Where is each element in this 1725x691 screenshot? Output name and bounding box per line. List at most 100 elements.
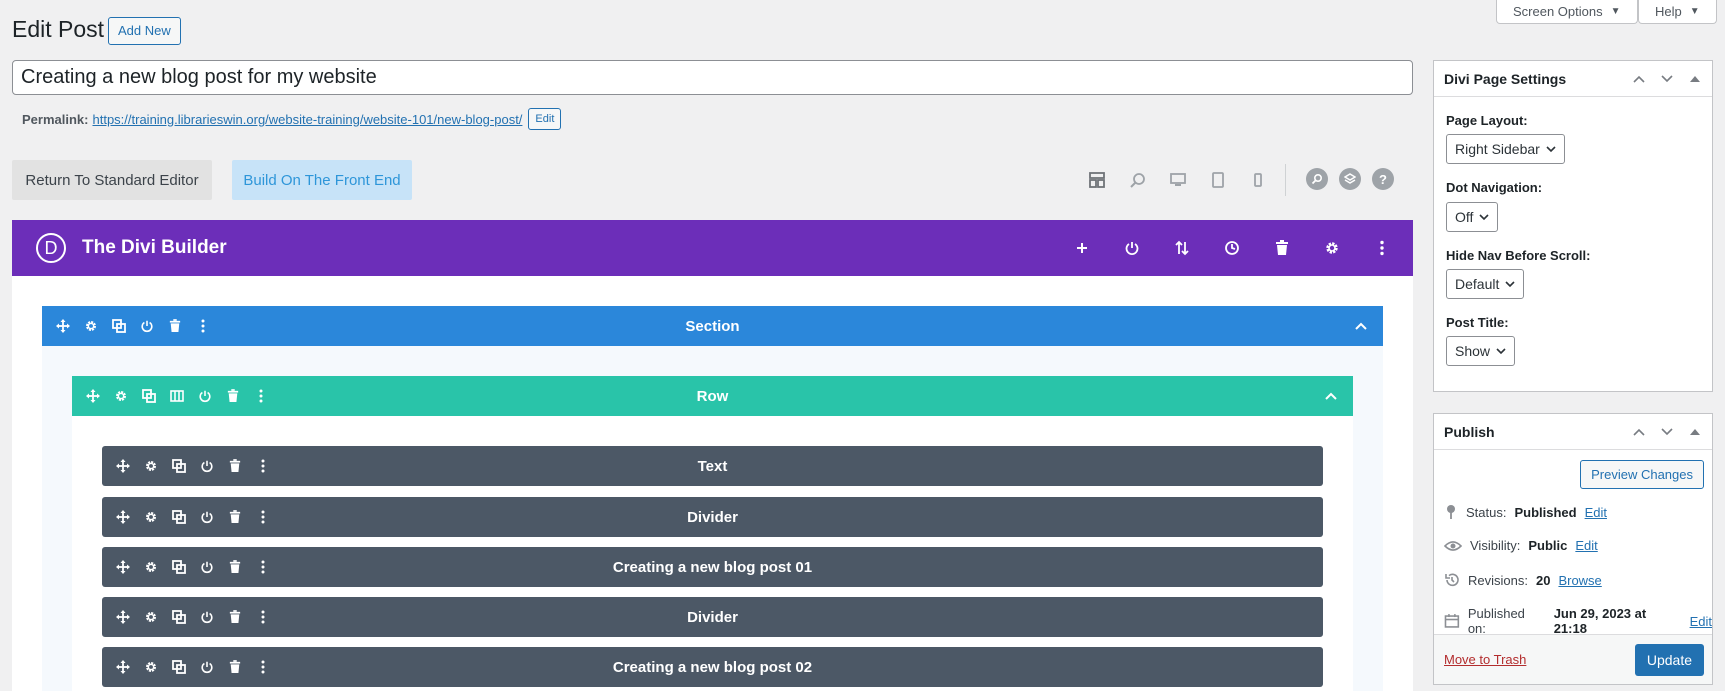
return-standard-editor-button[interactable]: Return To Standard Editor [12,160,212,200]
more-icon[interactable] [252,455,274,477]
layers-icon[interactable] [1339,168,1361,190]
module-bar[interactable]: Text [102,446,1323,486]
more-icon[interactable] [1371,237,1393,259]
module-tools [112,647,274,687]
row-tools [82,376,272,416]
tablet-icon[interactable] [1206,168,1230,192]
desktop-icon[interactable] [1166,168,1190,192]
hide-nav-select[interactable]: Default [1446,269,1525,299]
published-on-edit-link[interactable]: Edit [1690,614,1712,629]
gear-icon[interactable] [140,606,162,628]
power-icon[interactable] [196,556,218,578]
trash-icon[interactable] [164,315,186,337]
power-icon[interactable] [194,385,216,407]
move-icon[interactable] [112,606,134,628]
power-icon[interactable] [196,455,218,477]
gear-icon[interactable] [140,656,162,678]
help-icon[interactable]: ? [1372,168,1394,190]
power-icon[interactable] [136,315,158,337]
duplicate-icon[interactable] [108,315,130,337]
move-icon[interactable] [82,385,104,407]
status-edit-link[interactable]: Edit [1585,505,1607,520]
move-up-icon[interactable] [1628,422,1650,442]
trash-icon[interactable] [224,506,246,528]
help-tab[interactable]: Help ▼ [1638,0,1717,24]
build-front-end-button[interactable]: Build On The Front End [232,160,412,200]
history-icon[interactable] [1221,237,1243,259]
columns-icon[interactable] [166,385,188,407]
duplicate-icon[interactable] [138,385,160,407]
gear-icon[interactable] [140,455,162,477]
plus-icon[interactable] [1071,237,1093,259]
power-icon[interactable] [196,606,218,628]
section-bar[interactable]: Section [42,306,1383,346]
move-icon[interactable] [112,506,134,528]
caret-down-icon: ▼ [1689,5,1700,17]
module-bar[interactable]: Creating a new blog post 02 [102,647,1323,687]
power-icon[interactable] [196,506,218,528]
screen-options-tab[interactable]: Screen Options ▼ [1496,0,1638,24]
module-bar[interactable]: Creating a new blog post 01 [102,547,1323,587]
move-icon[interactable] [52,315,74,337]
move-icon[interactable] [112,455,134,477]
trash-icon[interactable] [224,556,246,578]
revisions-browse-link[interactable]: Browse [1558,573,1601,588]
permalink-link[interactable]: https://training.librarieswin.org/websit… [92,112,522,127]
zoom-icon[interactable] [1126,168,1150,192]
update-button[interactable]: Update [1634,644,1704,676]
move-down-icon[interactable] [1656,422,1678,442]
gear-icon[interactable] [140,556,162,578]
chevron-up-icon[interactable] [1321,386,1341,406]
dot-navigation-select[interactable]: Off [1446,202,1499,232]
post-title-input[interactable]: Creating a new blog post for my website [12,60,1413,95]
visibility-edit-link[interactable]: Edit [1575,538,1597,553]
preview-changes-button[interactable]: Preview Changes [1580,460,1704,489]
more-icon[interactable] [192,315,214,337]
move-icon[interactable] [112,656,134,678]
permalink: Permalink: https://training.librarieswin… [22,108,562,130]
duplicate-icon[interactable] [168,656,190,678]
toolbar-divider [1285,164,1286,196]
chevron-up-icon[interactable] [1351,316,1371,336]
module-bar[interactable]: Divider [102,597,1323,637]
duplicate-icon[interactable] [168,606,190,628]
gear-icon[interactable] [80,315,102,337]
post-title-select[interactable]: Show [1446,336,1516,366]
published-on-value: Jun 29, 2023 at 21:18 [1553,606,1647,636]
module-bar[interactable]: Divider [102,497,1323,537]
more-icon[interactable] [252,556,274,578]
permalink-edit-button[interactable]: Edit [528,108,562,130]
duplicate-icon[interactable] [168,556,190,578]
trash-icon[interactable] [224,606,246,628]
row-bar[interactable]: Row [72,376,1353,416]
move-to-trash-link[interactable]: Move to Trash [1444,652,1526,667]
duplicate-icon[interactable] [168,506,190,528]
layout-icon[interactable] [1085,168,1109,192]
more-icon[interactable] [252,606,274,628]
duplicate-icon[interactable] [168,455,190,477]
trash-icon[interactable] [222,385,244,407]
more-icon[interactable] [252,656,274,678]
collapse-toggle-icon[interactable] [1684,69,1706,89]
move-up-icon[interactable] [1628,69,1650,89]
add-new-button[interactable]: Add New [108,17,181,45]
visibility-row: Visibility: Public Edit [1444,538,1598,553]
trash-icon[interactable] [1271,237,1293,259]
collapse-toggle-icon[interactable] [1684,422,1706,442]
gear-icon[interactable] [1321,237,1343,259]
trash-icon[interactable] [224,455,246,477]
power-icon[interactable] [1121,237,1143,259]
trash-icon[interactable] [224,656,246,678]
search-icon[interactable] [1306,168,1328,190]
gear-icon[interactable] [140,506,162,528]
more-icon[interactable] [252,506,274,528]
more-icon[interactable] [250,385,272,407]
gear-icon[interactable] [110,385,132,407]
move-icon[interactable] [112,556,134,578]
page-layout-select[interactable]: Right Sidebar [1446,134,1565,164]
visibility-label: Visibility: [1470,538,1521,553]
power-icon[interactable] [196,656,218,678]
phone-icon[interactable] [1246,168,1270,192]
move-down-icon[interactable] [1656,69,1678,89]
sort-icon[interactable] [1171,237,1193,259]
